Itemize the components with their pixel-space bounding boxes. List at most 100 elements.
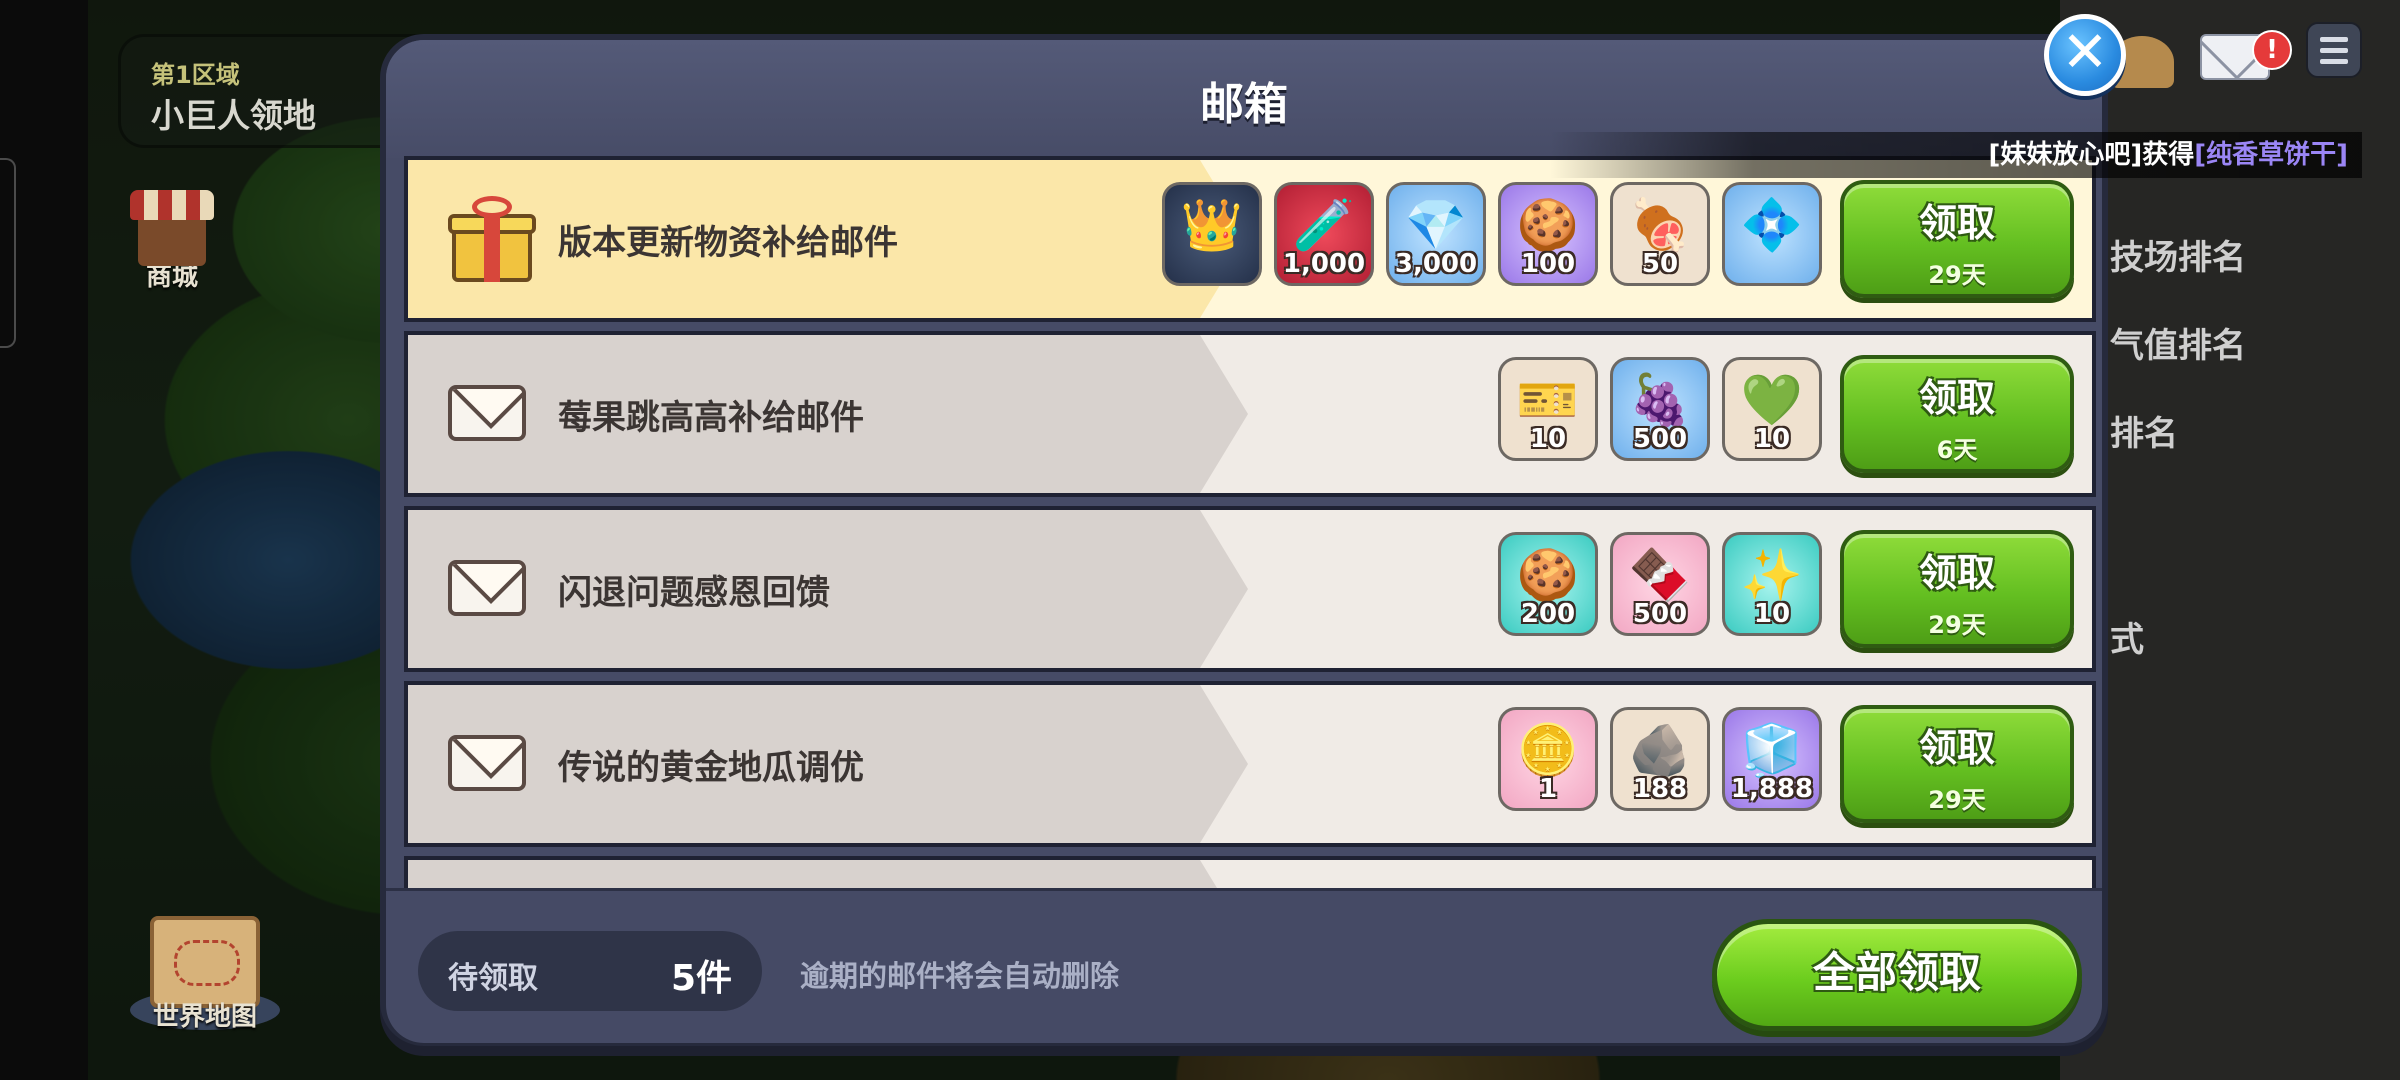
envelope-icon bbox=[448, 560, 526, 616]
reward-quantity: 1,888 bbox=[1730, 774, 1814, 804]
gold-coin-icon: 🪙 bbox=[1516, 721, 1580, 779]
reward-item[interactable]: 🪙 1 bbox=[1498, 707, 1598, 811]
reward-item[interactable]: 💎 3,000 bbox=[1386, 182, 1486, 286]
envelope-icon bbox=[448, 735, 526, 791]
green-gem-icon: 💚 bbox=[1740, 371, 1804, 429]
reward-item[interactable]: 🍪 100 bbox=[1498, 182, 1598, 286]
notice-text: [妹妹放心吧]获得 bbox=[1988, 140, 2195, 170]
ore-icon: 🪨 bbox=[1628, 721, 1692, 779]
reward-item[interactable]: 🧪 1,000 bbox=[1274, 182, 1374, 286]
claim-all-button[interactable]: 全部领取 bbox=[1712, 919, 2082, 1031]
mail-list[interactable]: 版本更新物资补给邮件 👑 🧪 1,000 💎 3,000 🍪 100 🍖 50 💠 领取 29天 莓果跳高… bbox=[404, 156, 2096, 922]
notice-item: [纯香草饼干] bbox=[2194, 140, 2348, 170]
zone-number: 第1区域 bbox=[151, 61, 240, 89]
world-map-button[interactable]: 世界地图 bbox=[130, 916, 280, 1033]
side-menu-item-2[interactable]: 气值排名 bbox=[2110, 318, 2246, 367]
shop-icon bbox=[130, 190, 214, 270]
close-x-icon: ✕ bbox=[2061, 20, 2109, 85]
reward-list: 🪙 1 🪨 188 🧊 1,888 bbox=[1498, 707, 1822, 817]
meat-icon: 🍖 bbox=[1628, 196, 1692, 254]
close-button[interactable]: ✕ bbox=[2044, 14, 2126, 96]
mail-row[interactable]: 版本更新物资补给邮件 👑 🧪 1,000 💎 3,000 🍪 100 🍖 50 💠 领取 29天 bbox=[404, 156, 2096, 322]
claim-label: 领取 bbox=[1918, 201, 1995, 245]
reward-list: 🍪 200 🍫 500 ✨ 10 bbox=[1498, 532, 1822, 642]
reward-item[interactable]: 🎫 10 bbox=[1498, 357, 1598, 461]
reward-item[interactable]: 💚 10 bbox=[1722, 357, 1822, 461]
reward-item[interactable]: 🍫 500 bbox=[1610, 532, 1710, 636]
reward-item[interactable]: 🪨 188 bbox=[1610, 707, 1710, 811]
claim-button[interactable]: 领取 29天 bbox=[1840, 530, 2074, 648]
side-menu-item-4[interactable]: 式 bbox=[2110, 612, 2144, 661]
ticket-icon: 🎫 bbox=[1516, 371, 1580, 429]
claim-label: 领取 bbox=[1918, 551, 1995, 595]
rainbow-cube-icon: 🧊 bbox=[1740, 721, 1804, 779]
reward-quantity: 188 bbox=[1632, 774, 1688, 804]
reward-quantity: 500 bbox=[1632, 424, 1688, 454]
reward-list: 👑 🧪 1,000 💎 3,000 🍪 100 🍖 50 💠 bbox=[1162, 182, 1822, 292]
mail-row[interactable]: 莓果跳高高补给邮件 🎫 10 🍇 500 💚 10 领取 6天 bbox=[404, 331, 2096, 497]
pending-count: 5件 bbox=[670, 958, 732, 999]
mail-title: 闪退问题感恩回馈 bbox=[558, 572, 830, 613]
cookie-cutter-icon: 🍪 bbox=[1516, 196, 1580, 254]
brown-cookie-icon: 🍫 bbox=[1628, 546, 1692, 604]
days-remaining: 29天 bbox=[1928, 261, 1986, 289]
mailbox-dialog: 邮箱 版本更新物资补给邮件 👑 🧪 1,000 💎 3,000 🍪 100 🍖 50 💠 领取 29天莓… bbox=[380, 34, 2108, 1046]
side-menu-item-3[interactable]: 排名 bbox=[2110, 406, 2178, 455]
reward-quantity: 3,000 bbox=[1394, 249, 1478, 279]
reward-quantity: 1,000 bbox=[1282, 249, 1366, 279]
reward-quantity: 10 bbox=[1753, 424, 1791, 454]
cookie-cutter-icon: 🍪 bbox=[1516, 546, 1580, 604]
claim-button[interactable]: 领取 6天 bbox=[1840, 355, 2074, 473]
days-remaining: 29天 bbox=[1928, 786, 1986, 814]
notification-badge: ! bbox=[2252, 30, 2292, 70]
reward-quantity: 100 bbox=[1520, 249, 1576, 279]
claim-label: 领取 bbox=[1918, 726, 1995, 770]
chat-notice: [妹妹放心吧]获得[纯香草饼干] bbox=[1550, 132, 2362, 178]
dialog-footer: 待领取 5件 逾期的邮件将会自动删除 全部领取 bbox=[386, 888, 2102, 1043]
map-icon bbox=[150, 916, 260, 1008]
gift-icon bbox=[448, 196, 536, 282]
reward-list: 🎫 10 🍇 500 💚 10 bbox=[1498, 357, 1822, 467]
claim-button[interactable]: 领取 29天 bbox=[1840, 180, 2074, 298]
menu-button[interactable] bbox=[2306, 22, 2362, 78]
mail-row[interactable]: 传说的黄金地瓜调优 🪙 1 🪨 188 🧊 1,888 领取 29天 bbox=[404, 681, 2096, 847]
claim-button[interactable]: 领取 29天 bbox=[1840, 705, 2074, 823]
reward-item[interactable]: 💠 bbox=[1722, 182, 1822, 286]
costume-box-icon: 👑 bbox=[1180, 196, 1244, 254]
potion-icon: 🧪 bbox=[1292, 196, 1356, 254]
blueberry-icon: 🍇 bbox=[1628, 371, 1692, 429]
reward-item[interactable]: 👑 bbox=[1162, 182, 1262, 286]
reward-quantity: 10 bbox=[1753, 599, 1791, 629]
reward-item[interactable]: ✨ 10 bbox=[1722, 532, 1822, 636]
mail-title: 传说的黄金地瓜调优 bbox=[558, 747, 864, 788]
days-remaining: 6天 bbox=[1936, 436, 1978, 464]
days-remaining: 29天 bbox=[1928, 611, 1986, 639]
side-menu-item-1[interactable]: 技场排名 bbox=[2110, 230, 2246, 279]
reward-item[interactable]: 🍇 500 bbox=[1610, 357, 1710, 461]
mail-title: 版本更新物资补给邮件 bbox=[558, 222, 898, 263]
zone-name: 小巨人领地 bbox=[151, 96, 316, 135]
mail-row[interactable]: 闪退问题感恩回馈 🍪 200 🍫 500 ✨ 10 领取 29天 bbox=[404, 506, 2096, 672]
claim-label: 领取 bbox=[1918, 376, 1995, 420]
crystal-icon: 💎 bbox=[1404, 196, 1468, 254]
mail-title: 莓果跳高高补给邮件 bbox=[558, 397, 864, 438]
reward-item[interactable]: 🧊 1,888 bbox=[1722, 707, 1822, 811]
reward-quantity: 50 bbox=[1641, 249, 1679, 279]
world-map-label: 世界地图 bbox=[152, 1002, 257, 1032]
shop-button[interactable]: 商城 bbox=[122, 190, 222, 293]
expire-note: 逾期的邮件将会自动删除 bbox=[800, 959, 1120, 993]
partial-item-icon: 💠 bbox=[1740, 196, 1804, 254]
pending-counter: 待领取 5件 bbox=[418, 931, 762, 1011]
reward-quantity: 200 bbox=[1520, 599, 1576, 629]
reward-quantity: 10 bbox=[1529, 424, 1567, 454]
reward-item[interactable]: 🍪 200 bbox=[1498, 532, 1598, 636]
reward-quantity: 500 bbox=[1632, 599, 1688, 629]
reward-quantity: 1 bbox=[1538, 774, 1558, 804]
dialog-title: 邮箱 bbox=[1200, 79, 1288, 130]
mail-button[interactable]: ! bbox=[2200, 22, 2292, 80]
pending-label: 待领取 bbox=[448, 961, 538, 996]
side-handle[interactable] bbox=[0, 158, 16, 348]
hamburger-icon bbox=[2320, 36, 2348, 42]
envelope-icon bbox=[448, 385, 526, 441]
reward-item[interactable]: 🍖 50 bbox=[1610, 182, 1710, 286]
